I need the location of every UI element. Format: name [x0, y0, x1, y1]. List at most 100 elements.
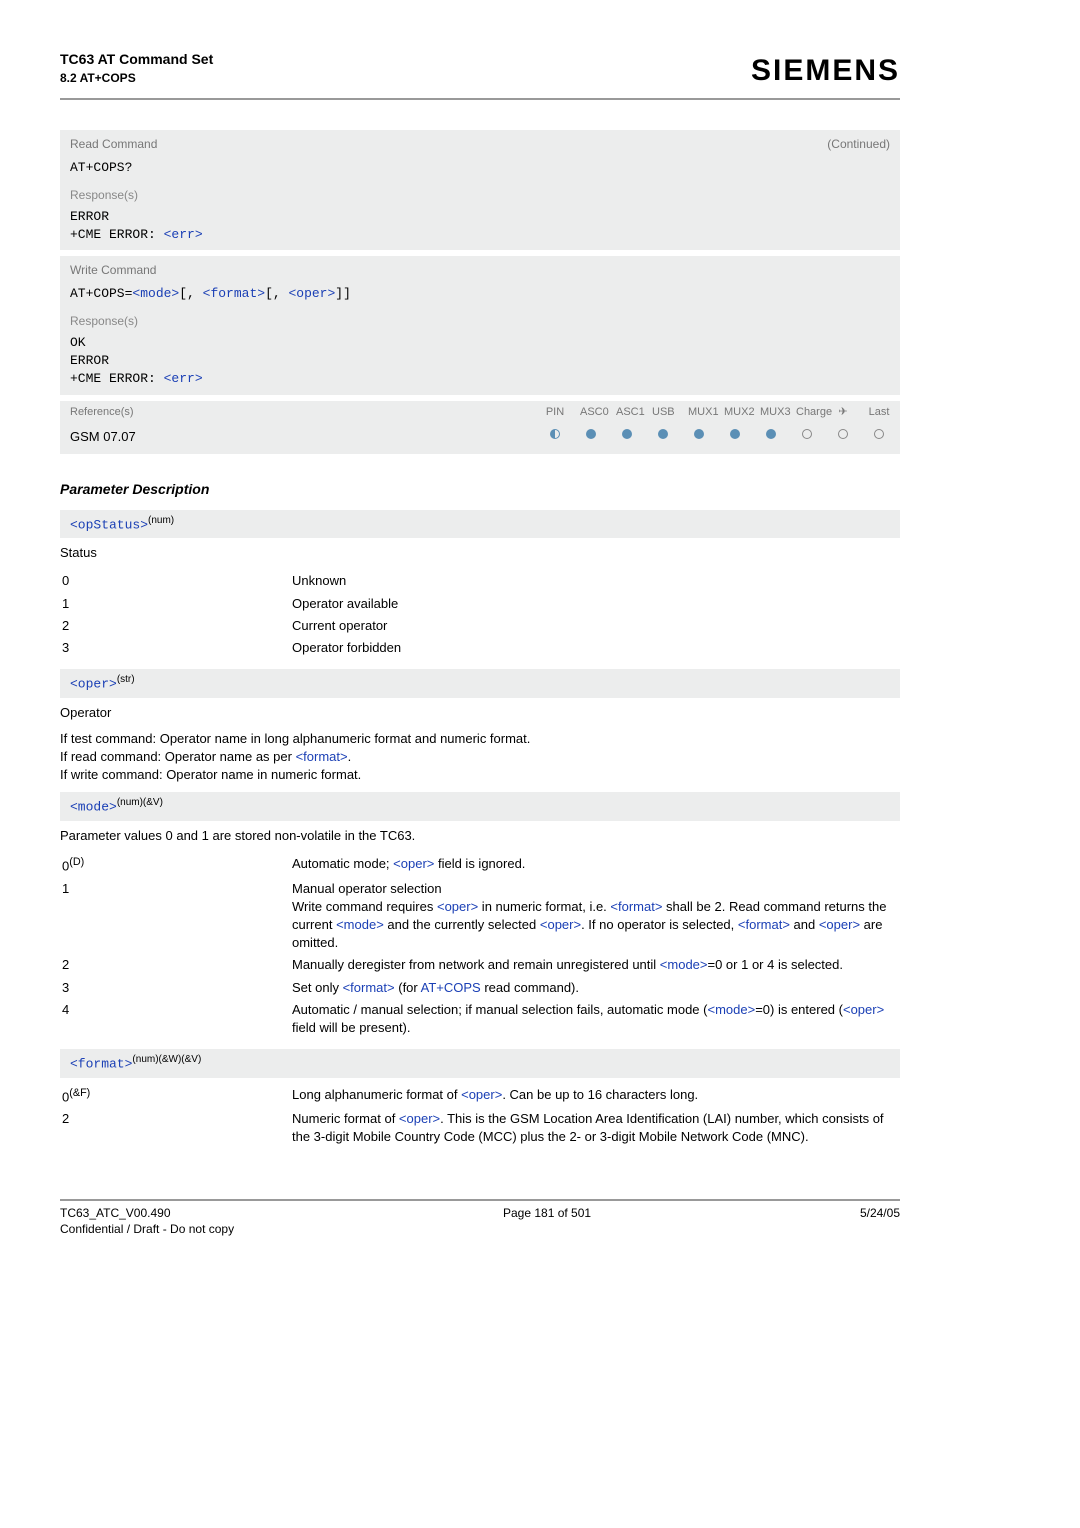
footer-left: TC63_ATC_V00.490 Confidential / Draft - … [60, 1205, 234, 1239]
dot-mux3 [766, 429, 776, 439]
m3a: Set only [292, 980, 343, 995]
f0b[interactable]: <oper> [461, 1087, 502, 1102]
opstatus-tag: <opStatus>(num) [60, 510, 900, 539]
m2b[interactable]: <mode> [660, 957, 708, 972]
mode-sup: (num)(&V) [117, 797, 163, 808]
m4d[interactable]: <oper> [843, 1002, 884, 1017]
m4b[interactable]: <mode> [707, 1002, 755, 1017]
table-row: 2 Manually deregister from network and r… [60, 954, 900, 976]
dot-pin [550, 429, 560, 439]
table-row: 3Operator forbidden [60, 637, 900, 659]
oper-link[interactable]: <oper> [288, 286, 335, 301]
m1l3c: and the currently selected [384, 917, 540, 932]
ref-dots [544, 429, 890, 444]
format-table: 0(&F) Long alphanumeric format of <oper>… [60, 1084, 900, 1149]
read-command-header: Read Command (Continued) [60, 130, 900, 157]
footer-right: 5/24/05 [860, 1205, 900, 1239]
m3b[interactable]: <format> [343, 980, 395, 995]
col-last: Last [868, 405, 890, 420]
m1l2c: in numeric format, i.e. [478, 899, 610, 914]
mode-v4: Automatic / manual selection; if manual … [292, 1001, 900, 1037]
m1l3h[interactable]: <oper> [819, 917, 860, 932]
table-row: 0Unknown [60, 570, 900, 592]
col-mux3: MUX3 [760, 405, 782, 420]
f0sup: (&F) [69, 1087, 90, 1099]
format-link2[interactable]: <format> [296, 749, 348, 764]
write-command-header: Write Command [60, 256, 900, 283]
oper-l2c: . [348, 749, 352, 764]
col-asc1: ASC1 [616, 405, 638, 420]
oper-sup: (str) [117, 674, 135, 685]
dot-usb [658, 429, 668, 439]
oper-desc: If test command: Operator name in long a… [60, 730, 900, 785]
write-prefix: AT+COPS= [70, 286, 132, 301]
table-row: 2Current operator [60, 615, 900, 637]
header-left: TC63 AT Command Set 8.2 AT+COPS [60, 50, 213, 86]
format-tag: <format>(num)(&W)(&V) [60, 1049, 900, 1078]
read-resp-line2a: +CME ERROR: [70, 227, 164, 242]
brand-logo: SIEMENS [751, 50, 900, 92]
err-link2[interactable]: <err> [164, 371, 203, 386]
mode-intro: Parameter values 0 and 1 are stored non-… [60, 827, 900, 845]
mode-v0: Automatic mode; <oper> field is ignored. [292, 855, 900, 876]
read-command-block: Read Command (Continued) AT+COPS? Respon… [60, 130, 900, 250]
format-sup: (num)(&W)(&V) [132, 1054, 201, 1065]
footer-center: Page 181 of 501 [503, 1205, 591, 1239]
m1l1: Manual operator selection [292, 881, 442, 896]
col-charge: Charge [796, 405, 818, 420]
m0b[interactable]: <oper> [393, 856, 434, 871]
mode-k2: 2 [60, 956, 292, 974]
mode-link[interactable]: <mode> [132, 286, 179, 301]
doc-title: TC63 AT Command Set [60, 50, 213, 70]
table-row: 1Operator available [60, 593, 900, 615]
write-command-cmd: AT+COPS=<mode>[, <format>[, <oper>]] [60, 283, 900, 309]
dot-asc0 [586, 429, 596, 439]
mode-tag-link[interactable]: <mode> [70, 800, 117, 815]
f0c: . Can be up to 16 characters long. [502, 1087, 698, 1102]
write-sep3: ]] [335, 286, 351, 301]
m1l2d[interactable]: <format> [610, 899, 662, 914]
format-tag-link[interactable]: <format> [70, 1056, 132, 1071]
table-row: 0(&F) Long alphanumeric format of <oper>… [60, 1084, 900, 1109]
opstatus-link[interactable]: <opStatus> [70, 517, 148, 532]
f2a: Numeric format of [292, 1111, 399, 1126]
dot-mux2 [730, 429, 740, 439]
table-row: 4 Automatic / manual selection; if manua… [60, 999, 900, 1039]
ref-label: Reference(s) [70, 405, 544, 420]
v2: Current operator [292, 617, 900, 635]
opstatus-sup: (num) [148, 515, 174, 526]
dot-air [838, 429, 848, 439]
ref-header-row: Reference(s) PIN ASC0 ASC1 USB MUX1 MUX2… [60, 401, 900, 424]
k3: 3 [60, 639, 292, 657]
col-mux2: MUX2 [724, 405, 746, 420]
footer-left1: TC63_ATC_V00.490 [60, 1205, 234, 1222]
read-command-label: Read Command [70, 136, 157, 153]
v1: Operator available [292, 595, 900, 613]
dot-asc1 [622, 429, 632, 439]
v0: Unknown [292, 572, 900, 590]
mode-k3: 3 [60, 979, 292, 997]
m1l3b[interactable]: <mode> [336, 917, 384, 932]
oper-tag-link[interactable]: <oper> [70, 676, 117, 691]
m1l3f[interactable]: <format> [738, 917, 790, 932]
page-header: TC63 AT Command Set 8.2 AT+COPS SIEMENS [60, 50, 900, 100]
ref-value-row: GSM 07.07 [60, 424, 900, 454]
f2b[interactable]: <oper> [399, 1111, 440, 1126]
format-v0: Long alphanumeric format of <oper>. Can … [292, 1086, 900, 1107]
err-link[interactable]: <err> [164, 227, 203, 242]
m4c: =0) is entered ( [755, 1002, 843, 1017]
mode-k0: 0(D) [60, 855, 292, 876]
format-link[interactable]: <format> [203, 286, 265, 301]
m1l3d[interactable]: <oper> [540, 917, 581, 932]
m3d[interactable]: AT+COPS [421, 980, 481, 995]
reference-block: Reference(s) PIN ASC0 ASC1 USB MUX1 MUX2… [60, 401, 900, 455]
m1l2b[interactable]: <oper> [437, 899, 478, 914]
col-usb: USB [652, 405, 674, 420]
mode-table: 0(D) Automatic mode; <oper> field is ign… [60, 853, 900, 1039]
write-resp-l3: +CME ERROR: <err> [70, 370, 890, 388]
m0a: Automatic mode; [292, 856, 393, 871]
continued-label: (Continued) [827, 136, 890, 153]
m2c: =0 or 1 or 4 is selected. [708, 957, 844, 972]
v3: Operator forbidden [292, 639, 900, 657]
oper-l2a: If read command: Operator name as per [60, 749, 296, 764]
